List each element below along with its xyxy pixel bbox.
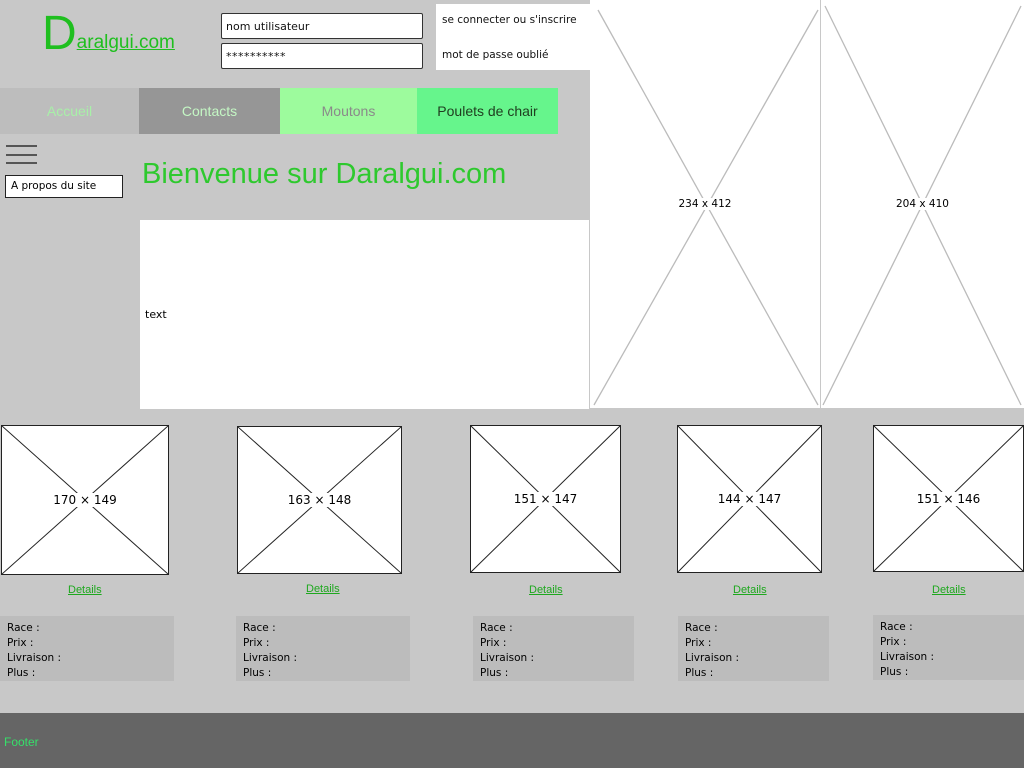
details-link[interactable]: Details: [306, 583, 340, 595]
nav-item-contacts[interactable]: Contacts: [139, 88, 280, 134]
login-links-panel: se connecter ou s'inscrire mot de passe …: [436, 4, 590, 70]
price-label: Prix :: [480, 637, 507, 649]
product-info-box: Race : Prix : Livraison : Plus :: [873, 615, 1024, 680]
main-nav: Accueil Contacts Moutons Poulets de chai…: [0, 88, 558, 134]
content-text: text: [145, 308, 167, 321]
username-input[interactable]: [221, 13, 423, 39]
nav-item-broiler-chickens[interactable]: Poulets de chair: [417, 88, 558, 134]
delivery-label: Livraison :: [243, 652, 298, 664]
price-label: Prix :: [685, 637, 712, 649]
details-link[interactable]: Details: [733, 584, 767, 596]
race-label: Race :: [685, 622, 718, 634]
content-panel: text: [140, 220, 589, 409]
image-size-label: 204 x 410: [894, 198, 951, 210]
image-size-label: 151 × 146: [914, 491, 983, 506]
logo-text: aralgui.com: [76, 32, 175, 53]
product-image-placeholder: 144 × 147: [677, 425, 822, 573]
more-label: Plus :: [685, 667, 714, 679]
nav-item-sheep[interactable]: Moutons: [280, 88, 417, 134]
footer: Footer: [0, 713, 1024, 768]
more-label: Plus :: [480, 667, 509, 679]
image-size-label: 163 × 148: [285, 493, 354, 507]
details-link[interactable]: Details: [529, 584, 563, 596]
site-logo[interactable]: Daralgui.com: [42, 8, 192, 60]
delivery-label: Livraison :: [7, 652, 62, 664]
details-link[interactable]: Details: [932, 584, 966, 596]
side-image-placeholder: 234 x 412: [590, 0, 820, 408]
nav-item-home[interactable]: Accueil: [0, 88, 139, 134]
image-size-label: 234 x 412: [676, 198, 734, 210]
image-size-label: 170 × 149: [51, 493, 119, 507]
page-title: Bienvenue sur Daralgui.com: [142, 158, 507, 190]
password-input[interactable]: [221, 43, 423, 69]
product-image-placeholder: 151 × 147: [470, 425, 621, 573]
product-info-box: Race : Prix : Livraison : Plus :: [473, 616, 634, 681]
delivery-label: Livraison :: [480, 652, 535, 664]
race-label: Race :: [880, 621, 913, 633]
footer-text: Footer: [4, 735, 39, 749]
side-image-placeholder: 204 x 410: [821, 0, 1024, 408]
product-image-placeholder: 151 × 146: [873, 425, 1024, 572]
more-label: Plus :: [880, 666, 909, 678]
product-info-box: Race : Prix : Livraison : Plus :: [678, 616, 829, 681]
price-label: Prix :: [7, 637, 34, 649]
delivery-label: Livraison :: [880, 651, 935, 663]
race-label: Race :: [7, 622, 40, 634]
more-label: Plus :: [7, 667, 36, 679]
logo-initial: D: [42, 7, 77, 60]
image-size-label: 151 × 147: [511, 492, 580, 506]
product-image-placeholder: 170 × 149: [1, 425, 169, 575]
signin-register-link[interactable]: se connecter ou s'inscrire: [442, 14, 577, 26]
hamburger-icon[interactable]: [6, 145, 37, 164]
image-size-label: 144 × 147: [715, 492, 784, 506]
product-info-box: Race : Prix : Livraison : Plus :: [0, 616, 174, 681]
details-link[interactable]: Details: [68, 584, 102, 596]
race-label: Race :: [243, 622, 276, 634]
more-label: Plus :: [243, 667, 272, 679]
forgot-password-link[interactable]: mot de passe oublié: [442, 49, 548, 61]
price-label: Prix :: [243, 637, 270, 649]
about-site-button[interactable]: A propos du site: [5, 175, 123, 198]
product-info-box: Race : Prix : Livraison : Plus :: [236, 616, 410, 681]
race-label: Race :: [480, 622, 513, 634]
product-image-placeholder: 163 × 148: [237, 426, 402, 574]
price-label: Prix :: [880, 636, 907, 648]
delivery-label: Livraison :: [685, 652, 740, 664]
